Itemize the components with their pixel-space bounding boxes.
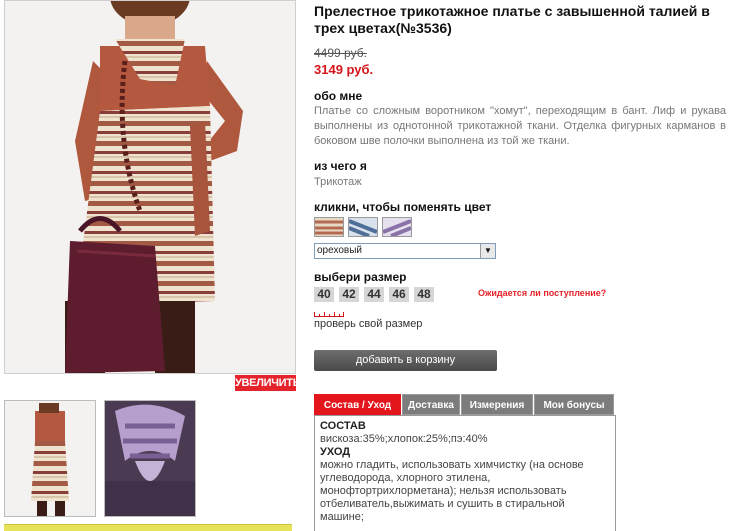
material-heading: из чего я	[314, 159, 367, 173]
sale-price: 3149 руб.	[314, 62, 374, 77]
tab-delivery[interactable]: Доставка	[402, 394, 460, 415]
color-swatch-purple[interactable]	[382, 217, 412, 237]
ruler-icon[interactable]	[314, 311, 344, 317]
thumbnail-front[interactable]	[4, 400, 96, 517]
size-option-42[interactable]: 42	[339, 287, 359, 302]
product-title: Прелестное трикотажное платье с завышенн…	[314, 3, 710, 36]
about-heading: обо мне	[314, 89, 363, 103]
check-size-link[interactable]: проверь свой размер	[314, 318, 422, 330]
size-option-46[interactable]: 46	[389, 287, 409, 302]
about-description: Платье со сложным воротником "хомут", пе…	[314, 105, 726, 147]
old-price: 4499 руб.	[314, 46, 367, 60]
size-heading: выбери размер	[314, 270, 407, 284]
composition-text: вискоза:35%;хлопок:25%;пэ:40%	[320, 433, 488, 445]
zoom-button[interactable]: УВЕЛИЧИТЬ	[235, 375, 301, 391]
size-option-44[interactable]: 44	[364, 287, 384, 302]
material-value: Трикотаж	[314, 176, 362, 188]
thumbnail-collar-detail[interactable]	[104, 400, 196, 517]
tab-measurements[interactable]: Измерения	[461, 394, 533, 415]
main-product-photo[interactable]	[4, 0, 296, 374]
care-heading: УХОД	[320, 446, 351, 458]
chevron-down-icon[interactable]: ▼	[480, 244, 495, 258]
color-heading: кликни, чтобы поменять цвет	[314, 200, 492, 214]
restock-inquiry-link[interactable]: Ожидается ли поступление?	[478, 288, 606, 298]
add-to-cart-button[interactable]: добавить в корзину	[314, 350, 497, 371]
color-swatch-blue[interactable]	[348, 217, 378, 237]
color-select[interactable]: ореховый ▼	[314, 243, 496, 259]
tab-panel-composition: СОСТАВ вискоза:35%;хлопок:25%;пэ:40% УХО…	[314, 415, 616, 531]
care-text: можно гладить, использовать химчистку (н…	[320, 459, 584, 523]
composition-heading: СОСТАВ	[320, 420, 366, 432]
size-option-40[interactable]: 40	[314, 287, 334, 302]
color-select-value: ореховый	[317, 245, 362, 256]
size-option-48[interactable]: 48	[414, 287, 434, 302]
promo-banner-edge[interactable]	[4, 524, 292, 531]
tab-composition-care[interactable]: Состав / Уход	[314, 394, 401, 415]
color-swatch-walnut[interactable]	[314, 217, 344, 237]
tab-bonuses[interactable]: Мои бонусы	[534, 394, 614, 415]
info-tabs: Состав / Уход Доставка Измерения Мои бон…	[314, 394, 616, 415]
